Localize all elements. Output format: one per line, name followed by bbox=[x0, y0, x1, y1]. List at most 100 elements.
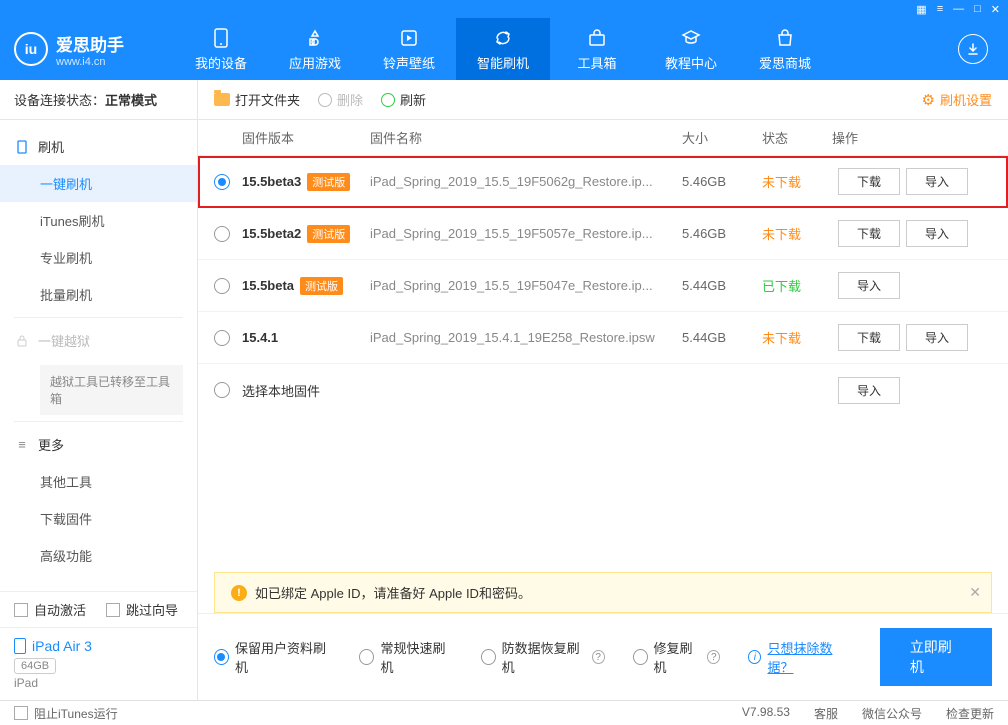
refresh-button[interactable]: 刷新 bbox=[381, 90, 426, 109]
window-grid-icon[interactable]: ▦ bbox=[916, 3, 926, 16]
radio-icon[interactable] bbox=[633, 649, 648, 665]
radio-icon[interactable] bbox=[214, 174, 230, 190]
nav-store[interactable]: 爱思商城 bbox=[738, 18, 832, 80]
nav-flash[interactable]: 智能刷机 bbox=[456, 18, 550, 80]
media-icon bbox=[398, 27, 420, 49]
firmware-size: 5.46GB bbox=[682, 174, 762, 189]
download-button[interactable]: 下载 bbox=[838, 168, 900, 195]
flash-icon bbox=[492, 27, 514, 49]
window-minimize-icon[interactable]: — bbox=[953, 3, 964, 15]
wechat-link[interactable]: 微信公众号 bbox=[862, 705, 922, 722]
radio-icon[interactable] bbox=[481, 649, 496, 665]
jailbreak-moved-note: 越狱工具已转移至工具箱 bbox=[40, 365, 183, 415]
help-icon[interactable]: ? bbox=[707, 650, 720, 664]
checkbox-icon[interactable] bbox=[14, 603, 28, 617]
checkbox-icon[interactable] bbox=[106, 603, 120, 617]
window-menu-icon[interactable]: ≡ bbox=[937, 3, 943, 15]
nav-apps[interactable]: 应用游戏 bbox=[268, 18, 362, 80]
local-firmware-label: 选择本地固件 bbox=[242, 381, 832, 400]
info-icon: i bbox=[748, 650, 761, 664]
import-button[interactable]: 导入 bbox=[906, 324, 968, 351]
nav-media[interactable]: 铃声壁纸 bbox=[362, 18, 456, 80]
block-itunes-label[interactable]: 阻止iTunes运行 bbox=[34, 705, 118, 722]
firmware-row[interactable]: 15.4.1 iPad_Spring_2019_15.4.1_19E258_Re… bbox=[198, 312, 1008, 364]
radio-icon[interactable] bbox=[214, 649, 229, 665]
firmware-filename: iPad_Spring_2019_15.5_19F5047e_Restore.i… bbox=[370, 278, 682, 293]
radio-icon[interactable] bbox=[214, 382, 230, 398]
import-button[interactable]: 导入 bbox=[906, 220, 968, 247]
download-button[interactable]: 下载 bbox=[838, 324, 900, 351]
sidebar-item-下载固件[interactable]: 下载固件 bbox=[0, 500, 197, 537]
nav-tools[interactable]: 工具箱 bbox=[550, 18, 644, 80]
sidebar-head-flash[interactable]: 刷机 bbox=[0, 128, 197, 165]
beta-tag: 测试版 bbox=[307, 173, 350, 191]
customer-service-link[interactable]: 客服 bbox=[814, 705, 838, 722]
import-button[interactable]: 导入 bbox=[906, 168, 968, 195]
sidebar-item-批量刷机[interactable]: 批量刷机 bbox=[0, 276, 197, 313]
gear-icon: ⚙ bbox=[922, 91, 935, 109]
appleid-notice: ! 如已绑定 Apple ID，请准备好 Apple ID和密码。 ✕ bbox=[214, 572, 992, 613]
logo-icon: iu bbox=[14, 32, 48, 66]
store-icon bbox=[774, 27, 796, 49]
delete-button[interactable]: 删除 bbox=[318, 90, 363, 109]
flash-options: 保留用户资料刷机 常规快速刷机 防数据恢复刷机 ? 修复刷机 ? i 只想抹除数… bbox=[198, 613, 1008, 700]
window-maximize-icon[interactable]: □ bbox=[974, 3, 981, 15]
close-icon[interactable]: ✕ bbox=[969, 584, 981, 601]
device-panel[interactable]: iPad Air 3 64GB iPad bbox=[0, 627, 197, 700]
radio-icon[interactable] bbox=[359, 649, 374, 665]
flash-settings-button[interactable]: ⚙ 刷机设置 bbox=[922, 90, 992, 109]
skip-guide-label: 跳过向导 bbox=[126, 600, 178, 619]
sidebar-head-more[interactable]: ≡ 更多 bbox=[0, 426, 197, 463]
connection-status-value: 正常模式 bbox=[105, 90, 157, 109]
opt-keep-data[interactable]: 保留用户资料刷机 bbox=[214, 638, 331, 676]
local-firmware-row[interactable]: 选择本地固件 导入 bbox=[198, 364, 1008, 416]
firmware-row[interactable]: 15.5beta2测试版 iPad_Spring_2019_15.5_19F50… bbox=[198, 208, 1008, 260]
firmware-row[interactable]: 15.5beta3测试版 iPad_Spring_2019_15.5_19F50… bbox=[198, 156, 1008, 208]
import-button[interactable]: 导入 bbox=[838, 377, 900, 404]
download-button[interactable]: 下载 bbox=[838, 220, 900, 247]
sidebar-item-其他工具[interactable]: 其他工具 bbox=[0, 463, 197, 500]
beta-tag: 测试版 bbox=[307, 225, 350, 243]
opt-repair[interactable]: 修复刷机 ? bbox=[633, 638, 721, 676]
firmware-filename: iPad_Spring_2019_15.4.1_19E258_Restore.i… bbox=[370, 330, 682, 345]
sidebar-head-jailbreak[interactable]: 一键越狱 bbox=[0, 322, 197, 359]
open-folder-button[interactable]: 打开文件夹 bbox=[214, 90, 300, 109]
download-indicator-icon[interactable] bbox=[958, 34, 988, 64]
auto-activate-row[interactable]: 自动激活 跳过向导 bbox=[0, 591, 197, 627]
firmware-status: 未下载 bbox=[762, 224, 832, 243]
import-button[interactable]: 导入 bbox=[838, 272, 900, 299]
opt-normal[interactable]: 常规快速刷机 bbox=[359, 638, 452, 676]
sidebar-item-一键刷机[interactable]: 一键刷机 bbox=[0, 165, 197, 202]
status-bar: 阻止iTunes运行 V7.98.53 客服 微信公众号 检查更新 bbox=[0, 700, 1008, 725]
sidebar-item-高级功能[interactable]: 高级功能 bbox=[0, 537, 197, 574]
device-storage: 64GB bbox=[14, 658, 56, 674]
sidebar-item-专业刷机[interactable]: 专业刷机 bbox=[0, 239, 197, 276]
window-close-icon[interactable]: ✕ bbox=[991, 3, 1000, 16]
checkbox-icon[interactable] bbox=[14, 706, 28, 720]
radio-icon[interactable] bbox=[214, 278, 230, 294]
delete-icon bbox=[318, 93, 332, 107]
col-version: 固件版本 bbox=[242, 128, 370, 147]
brand-logo[interactable]: iu 爱思助手 www.i4.cn bbox=[14, 31, 174, 68]
firmware-status: 已下载 bbox=[762, 276, 832, 295]
radio-icon[interactable] bbox=[214, 330, 230, 346]
col-name: 固件名称 bbox=[370, 128, 682, 147]
nav-tutorial[interactable]: 教程中心 bbox=[644, 18, 738, 80]
sidebar-more-label: 更多 bbox=[38, 435, 64, 454]
radio-icon[interactable] bbox=[214, 226, 230, 242]
sidebar: 设备连接状态： 正常模式 刷机 一键刷机iTunes刷机专业刷机批量刷机 一键越… bbox=[0, 80, 198, 700]
col-ops: 操作 bbox=[832, 128, 992, 147]
check-update-link[interactable]: 检查更新 bbox=[946, 705, 994, 722]
ipad-icon bbox=[14, 638, 26, 654]
firmware-size: 5.44GB bbox=[682, 278, 762, 293]
firmware-size: 5.46GB bbox=[682, 226, 762, 241]
help-icon[interactable]: ? bbox=[592, 650, 605, 664]
sidebar-flash-label: 刷机 bbox=[38, 137, 64, 156]
nav-device[interactable]: 我的设备 bbox=[174, 18, 268, 80]
opt-recover[interactable]: 防数据恢复刷机 ? bbox=[481, 638, 605, 676]
version-label: V7.98.53 bbox=[742, 705, 790, 722]
sidebar-item-iTunes刷机[interactable]: iTunes刷机 bbox=[0, 202, 197, 239]
erase-only-link[interactable]: i 只想抹除数据？ bbox=[748, 638, 851, 676]
firmware-row[interactable]: 15.5beta测试版 iPad_Spring_2019_15.5_19F504… bbox=[198, 260, 1008, 312]
flash-now-button[interactable]: 立即刷机 bbox=[880, 628, 992, 686]
